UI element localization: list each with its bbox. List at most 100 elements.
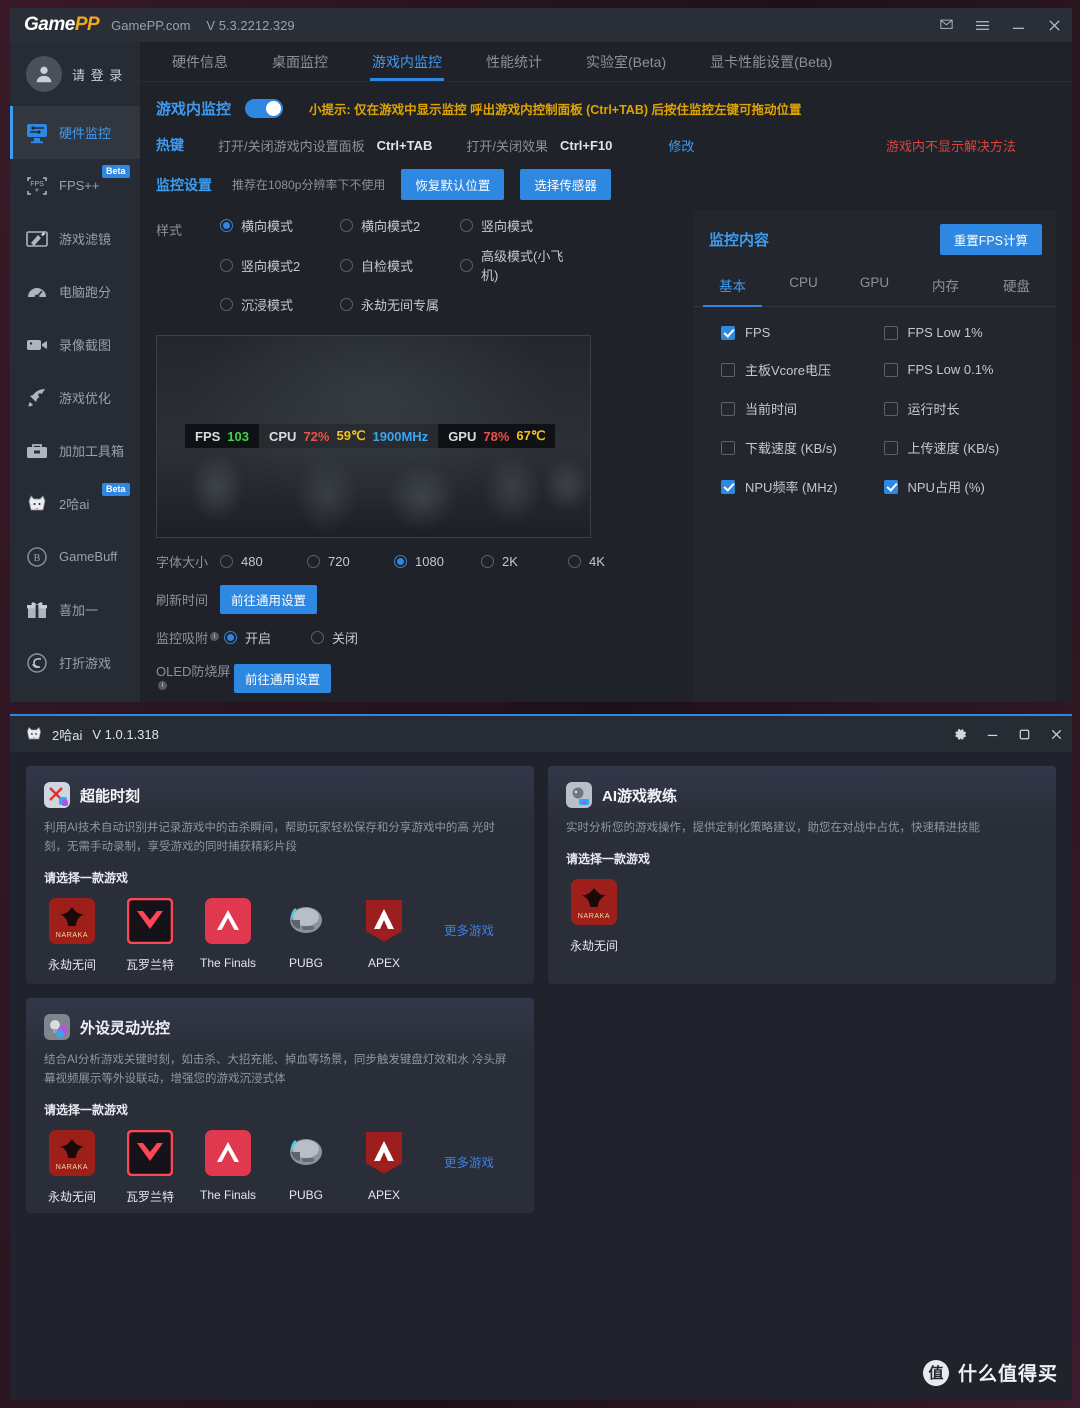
checkbox-download-speed[interactable]: 下载速度 (KB/s) <box>721 438 884 457</box>
gear-icon[interactable] <box>944 716 976 752</box>
close-icon[interactable] <box>1040 716 1072 752</box>
subtab-disk[interactable]: 硬盘 <box>981 265 1052 306</box>
the-finals-icon <box>205 1129 251 1180</box>
checkbox-npu-usage[interactable]: NPU占用 (%) <box>883 477 1047 496</box>
ingame-monitor-switch[interactable] <box>245 99 284 118</box>
style-option-naraka[interactable]: 永劫无间专属 <box>340 295 460 314</box>
font-size-option-4k[interactable]: 4K <box>568 554 655 569</box>
font-size-option-480[interactable]: 480 <box>220 554 307 569</box>
monitor-attach-off[interactable]: 关闭 <box>311 628 398 647</box>
more-games-link[interactable]: 更多游戏 <box>444 920 494 939</box>
sidebar-item-fps-plus[interactable]: FPS + FPS++ Beta <box>10 159 140 212</box>
subtab-gpu[interactable]: GPU <box>839 265 910 306</box>
style-option-immersive[interactable]: 沉浸模式 <box>220 295 340 314</box>
hotkey-modify-link[interactable]: 修改 <box>668 136 694 155</box>
font-size-option-2k[interactable]: 2K <box>481 554 568 569</box>
oled-goto-general-button[interactable]: 前往通用设置 <box>234 663 332 693</box>
logo-text-pp: PP <box>74 14 100 35</box>
sidebar-item-toolbox[interactable]: 加加工具箱 <box>10 424 140 477</box>
game-item-apex[interactable]: APEX <box>356 1130 412 1202</box>
style-option-horizontal2[interactable]: 横向模式2 <box>340 216 460 235</box>
game-item-pubg[interactable]: PUBG <box>278 1130 334 1202</box>
subtab-cpu[interactable]: CPU <box>768 265 839 306</box>
game-item-valorant[interactable]: 瓦罗兰特 <box>122 897 178 973</box>
sidebar-item-game-filter[interactable]: 游戏滤镜 <box>10 212 140 265</box>
restore-default-position-button[interactable]: 恢复默认位置 <box>401 169 505 200</box>
checkbox-runtime[interactable]: 运行时长 <box>883 399 1047 418</box>
game-item-the-finals[interactable]: The Finals <box>200 897 256 970</box>
more-games-link[interactable]: 更多游戏 <box>444 1152 494 1171</box>
game-list: NARAKA 永劫无间 瓦罗兰特 The Finals PUBG APEX 更多… <box>44 1129 516 1205</box>
game-item-naraka[interactable]: NARAKA 永劫无间 <box>566 878 622 954</box>
naraka-icon: NARAKA <box>571 878 617 929</box>
monitor-content-tabs: 基本 CPU GPU 内存 硬盘 <box>693 265 1056 307</box>
game-item-the-finals[interactable]: The Finals <box>200 1129 256 1202</box>
tab-gpu-settings-beta[interactable]: 显卡性能设置(Beta) <box>688 43 854 81</box>
info-icon[interactable]: i <box>158 680 167 690</box>
game-item-pubg[interactable]: PUBG <box>278 898 334 970</box>
maximize-icon[interactable] <box>1008 716 1040 752</box>
refresh-time-goto-general-button[interactable]: 前往通用设置 <box>220 585 318 614</box>
ingame-not-showing-link[interactable]: 游戏内不显示解决方法 <box>886 136 1016 155</box>
sidebar-item-gamebuff[interactable]: B GameBuff <box>10 530 140 583</box>
subtab-basic[interactable]: 基本 <box>697 265 768 307</box>
sidebar-item-2haai[interactable]: 2哈ai Beta <box>10 477 140 530</box>
hotkey-effect-label: 打开/关闭效果 <box>466 138 548 154</box>
sidebar-item-hardware-monitor[interactable]: 硬件监控 <box>10 106 140 159</box>
minimize-icon[interactable] <box>1000 8 1036 42</box>
reset-fps-calc-button[interactable]: 重置FPS计算 <box>939 224 1042 255</box>
sidebar-label: GameBuff <box>59 549 118 564</box>
oled-row: OLED防烧屏i 前往通用设置 <box>140 647 685 695</box>
sidebar-item-game-optimize[interactable]: 游戏优化 <box>10 371 140 424</box>
style-option-selfcheck[interactable]: 自检模式 <box>340 246 460 284</box>
style-option-horizontal[interactable]: 横向模式 <box>220 216 340 235</box>
hamburger-menu-icon[interactable] <box>964 8 1000 42</box>
select-sensor-button[interactable]: 选择传感器 <box>520 169 611 200</box>
style-option-vertical[interactable]: 竖向模式 <box>460 216 580 235</box>
card-select-game-label: 请选择一款游戏 <box>566 851 651 866</box>
monitor-settings-label: 监控设置 <box>156 176 212 193</box>
checkbox-vcore-voltage[interactable]: 主板Vcore电压 <box>721 360 884 379</box>
tab-lab-beta[interactable]: 实验室(Beta) <box>564 43 688 81</box>
style-option-advanced[interactable]: 高级模式(小飞机) <box>460 246 580 284</box>
font-size-option-720[interactable]: 720 <box>307 554 394 569</box>
font-size-option-1080[interactable]: 1080 <box>394 554 481 569</box>
osd-gpu-segment: GPU 78% 67℃ <box>438 424 556 448</box>
tab-hardware-info[interactable]: 硬件信息 <box>150 43 250 81</box>
sidebar-label: 打折游戏 <box>59 656 112 671</box>
osd-cpu-temp: 59℃ <box>336 428 366 443</box>
monitor-attach-on[interactable]: 开启 <box>224 628 311 647</box>
sidebar-item-discount-games[interactable]: 打折游戏 <box>10 636 140 689</box>
game-item-naraka[interactable]: NARAKA 永劫无间 <box>44 1129 100 1205</box>
game-label: 永劫无间 <box>47 957 96 972</box>
card-description: 实时分析您的游戏操作，提供定制化策略建议，助您在对战中占优，快速精进技能 <box>566 822 980 834</box>
checkbox-npu-clock[interactable]: NPU频率 (MHz) <box>721 477 884 496</box>
game-item-naraka[interactable]: NARAKA 永劫无间 <box>44 897 100 973</box>
info-icon[interactable]: i <box>210 631 220 641</box>
sidebar-item-free-games[interactable]: 喜加一 <box>10 583 140 636</box>
sidebar-item-benchmark[interactable]: 电脑跑分 <box>10 265 140 318</box>
checkbox-current-time[interactable]: 当前时间 <box>721 399 884 418</box>
tab-ingame-monitor[interactable]: 游戏内监控 <box>350 43 464 81</box>
monitor-settings-row: 监控设置 推荐在1080p分辨率下不使用 恢复默认位置 选择传感器 <box>140 163 1056 210</box>
monitor-content-checkbox-grid: FPS FPS Low 1% 主板Vcore电压 FPS Low 0.1% 当前… <box>693 307 1056 516</box>
subtab-memory[interactable]: 内存 <box>910 265 981 306</box>
osd-overlay-bar[interactable]: FPS 103 CPU 72% 59℃ 1900MHz GPU 78% 67℃ <box>185 424 556 448</box>
tab-performance-stats[interactable]: 性能统计 <box>464 43 564 81</box>
close-icon[interactable] <box>1036 8 1072 42</box>
sidebar-item-recording[interactable]: 录像截图 <box>10 318 140 371</box>
mail-icon[interactable] <box>928 8 964 42</box>
checkbox-upload-speed[interactable]: 上传速度 (KB/s) <box>883 438 1047 457</box>
checkbox-fps-low-01[interactable]: FPS Low 0.1% <box>883 360 1047 379</box>
style-option-vertical2[interactable]: 竖向模式2 <box>220 246 340 284</box>
game-item-valorant[interactable]: 瓦罗兰特 <box>122 1129 178 1205</box>
user-login-button[interactable]: 请 登 录 <box>10 42 140 106</box>
card-select-game-label: 请选择一款游戏 <box>44 1102 129 1117</box>
minimize-icon[interactable] <box>976 716 1008 752</box>
checkbox-fps-low-1[interactable]: FPS Low 1% <box>883 325 1047 340</box>
game-item-apex[interactable]: APEX <box>356 898 412 970</box>
svg-text:NARAKA: NARAKA <box>56 932 88 939</box>
refresh-time-label: 刷新时间 <box>156 593 209 608</box>
tab-desktop-monitor[interactable]: 桌面监控 <box>250 43 350 81</box>
checkbox-fps[interactable]: FPS <box>721 325 884 340</box>
